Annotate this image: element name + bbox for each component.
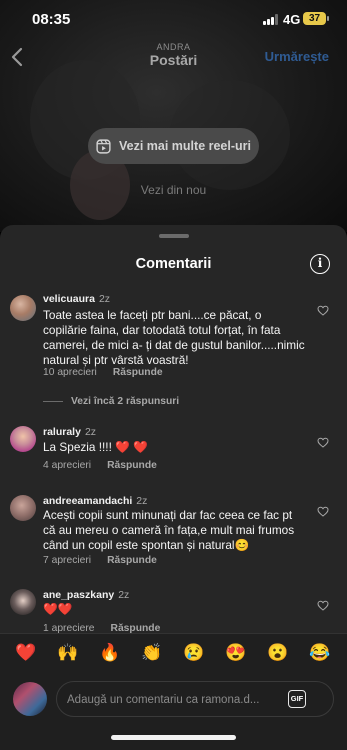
current-user-avatar [13,682,47,716]
gif-button[interactable]: GIF [288,690,306,708]
comment-text: La Spezia !!!! ❤️ ❤️ [43,440,148,454]
more-reels-label: Vezi mai multe reel-uri [119,139,251,153]
like-heart-icon[interactable] [317,598,329,611]
comment-text: Toate astea le faceți ptr bani....ce păc… [43,308,305,367]
follow-button[interactable]: Urmărește [265,49,329,64]
info-icon[interactable]: i [310,254,330,274]
view-more-replies-button[interactable]: Vezi încă 2 răspunsuri [43,396,179,407]
comment-meta: 10 aprecieri Răspunde [43,367,179,378]
status-bar: 08:35 4G 37 [0,0,347,40]
comment-text: Acești copii sunt minunați dar fac ceea … [43,508,295,552]
more-replies-label: Vezi încă 2 răspunsuri [71,396,180,407]
comments-title: Comentarii [135,256,212,272]
home-indicator [111,735,236,740]
likes-count[interactable]: 7 aprecieri [43,555,91,566]
reply-button[interactable]: Răspunde [107,460,157,471]
reel-background: 08:35 4G 37 ANDRA Postări Urmărește Vezi… [0,0,347,232]
quick-reactions-bar: ❤️ 🙌 🔥 👏 😢 😍 😮 😂 [0,633,347,673]
comment-input-container: GIF [56,681,334,717]
likes-count[interactable]: 4 aprecieri [43,460,91,471]
reaction-surprised-emoji[interactable]: 😮 [265,642,291,664]
username-text: raluraly [43,426,81,438]
like-heart-icon[interactable] [317,303,329,316]
reaction-raised-hands-emoji[interactable]: 🙌 [55,642,81,664]
comment-username[interactable]: velicuaura 2z [43,293,110,305]
comment-meta: 4 aprecieri Răspunde [43,460,173,471]
status-time: 08:35 [32,11,71,28]
comment-age: 2z [84,426,97,438]
comments-sheet: Comentarii i velicuaura 2z Toate astea le… [0,225,347,750]
reels-icon [96,138,111,154]
comment-age: 2z [118,589,130,601]
reply-button[interactable]: Răspunde [107,555,157,566]
reply-button[interactable]: Răspunde [113,367,163,378]
comment-composer: GIF [0,673,347,750]
avatar[interactable] [10,426,36,452]
avatar[interactable] [10,589,36,615]
network-type: 4G [283,12,301,27]
comment-text: ❤️❤️ [43,602,73,616]
comment-age: 2z [136,495,148,507]
comment-username[interactable]: ane_paszkany 2z [43,589,129,601]
reaction-heart-emoji[interactable]: ❤️ [13,642,39,664]
username-text: andreeamandachi [43,495,133,507]
username-text: velicuaura [43,293,95,305]
like-heart-icon[interactable] [317,504,329,517]
reaction-crying-emoji[interactable]: 😢 [181,642,207,664]
comment-username[interactable]: raluraly 2z [43,426,96,438]
reaction-heart-eyes-emoji[interactable]: 😍 [223,642,249,664]
username-text: ane_paszkany [43,589,115,601]
signal-icon [263,14,279,25]
comment-meta: 7 aprecieri Răspunde [43,555,173,566]
comment-input[interactable] [67,691,277,709]
reaction-fire-emoji[interactable]: 🔥 [97,642,123,664]
see-again-link[interactable]: Vezi din nou [0,183,347,197]
avatar[interactable] [10,295,36,321]
more-reels-button[interactable]: Vezi mai multe reel-uri [88,128,259,164]
sheet-grabber[interactable] [159,234,189,238]
comment-age: 2z [98,293,111,305]
avatar[interactable] [10,495,36,521]
reaction-clap-emoji[interactable]: 👏 [139,642,165,664]
likes-count[interactable]: 10 aprecieri [43,367,97,378]
comment-username[interactable]: andreeamandachi 2z [43,495,147,507]
reaction-laughing-emoji[interactable]: 😂 [307,642,333,664]
replies-divider [43,401,63,402]
like-heart-icon[interactable] [317,435,329,448]
battery-icon: 37 [303,12,329,25]
